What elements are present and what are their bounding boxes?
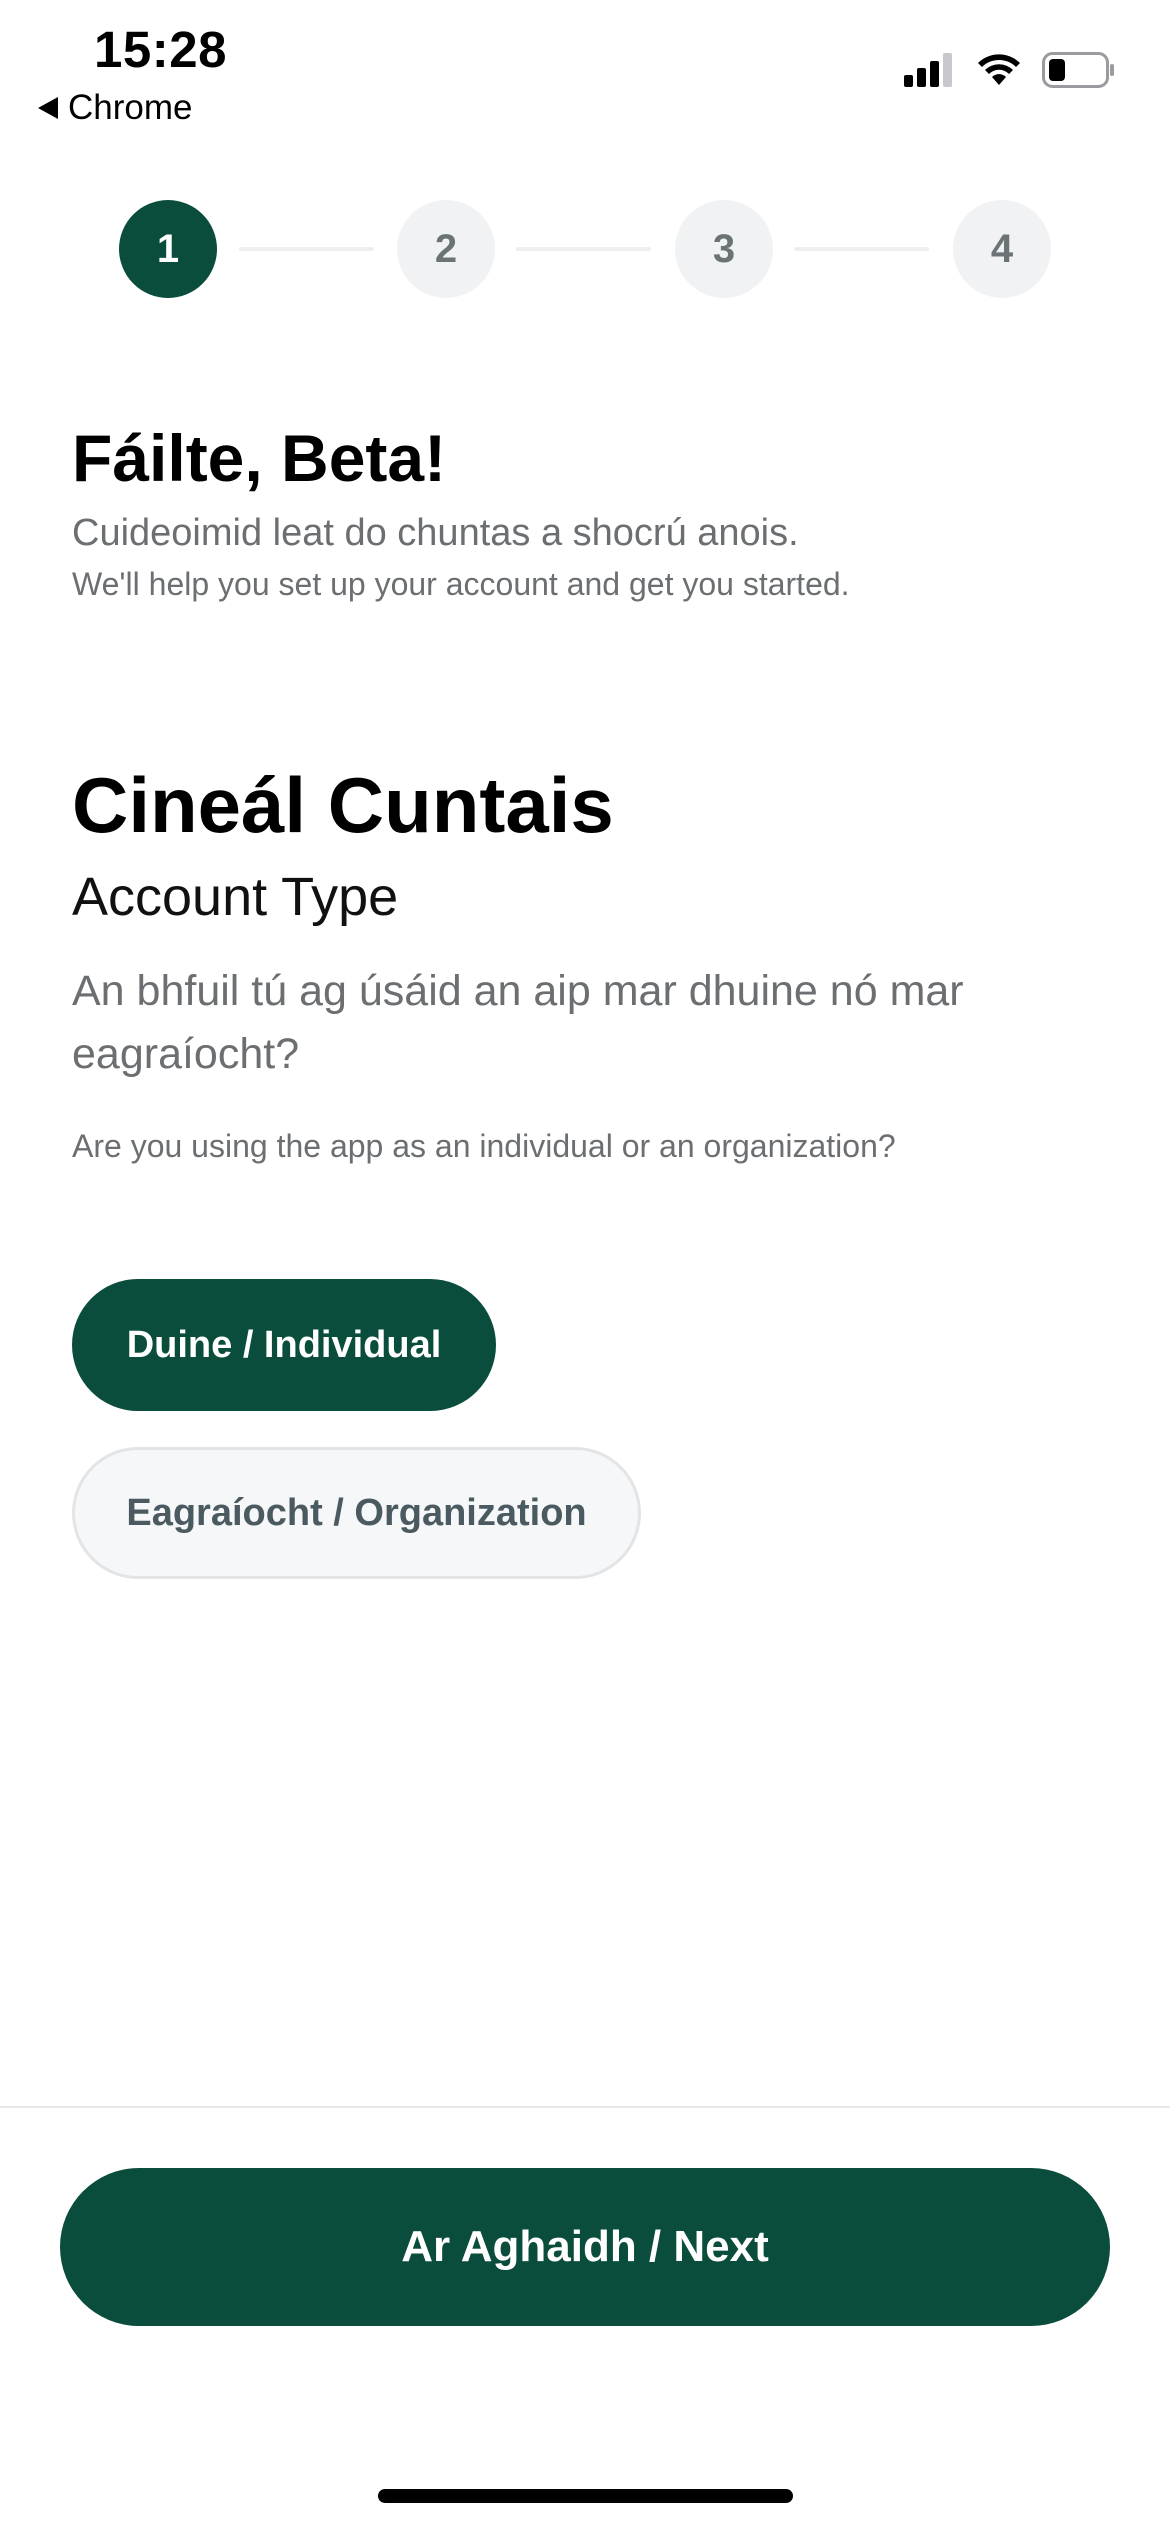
individual-option-button[interactable]: Duine / Individual [72,1279,496,1411]
status-icons [904,52,1116,88]
step-connector [794,247,929,251]
welcome-title: Fáilte, Beta! [72,421,447,495]
organization-option-button[interactable]: Eagraíocht / Organization [72,1447,641,1579]
step-4-indicator: 4 [953,200,1051,298]
step-connector [516,247,651,251]
battery-icon [1042,52,1114,88]
footer-divider [0,2106,1170,2108]
welcome-subtitle-english: We'll help you set up your account and g… [72,566,850,602]
cellular-signal-icon [904,53,952,87]
back-arrow-icon [38,97,58,119]
step-2-indicator: 2 [397,200,495,298]
step-connector [239,247,374,251]
next-button[interactable]: Ar Aghaidh / Next [60,2168,1110,2326]
account-type-title: Cineál Cuntais [72,761,614,849]
account-type-subtitle: Account Type [72,867,399,927]
progress-stepper: 1 2 3 4 [119,200,1051,298]
step-1-indicator: 1 [119,200,217,298]
account-type-question-irish: An bhfuil tú ag úsáid an aip mar dhuine … [72,967,964,1078]
wifi-icon [978,54,1020,85]
home-indicator[interactable] [378,2489,793,2503]
step-3-indicator: 3 [675,200,773,298]
account-type-question-english: Are you using the app as an individual o… [72,1128,896,1164]
back-app-label: Chrome [68,88,193,127]
back-to-app-link[interactable]: Chrome [38,88,192,128]
status-time: 15:28 [94,21,227,78]
onboarding-screen: 15:28 Chrome 1 2 3 4 Fáilte, Beta! Cuide… [0,0,1170,2532]
welcome-subtitle-irish: Cuideoimid leat do chuntas a shocrú anoi… [72,512,799,554]
